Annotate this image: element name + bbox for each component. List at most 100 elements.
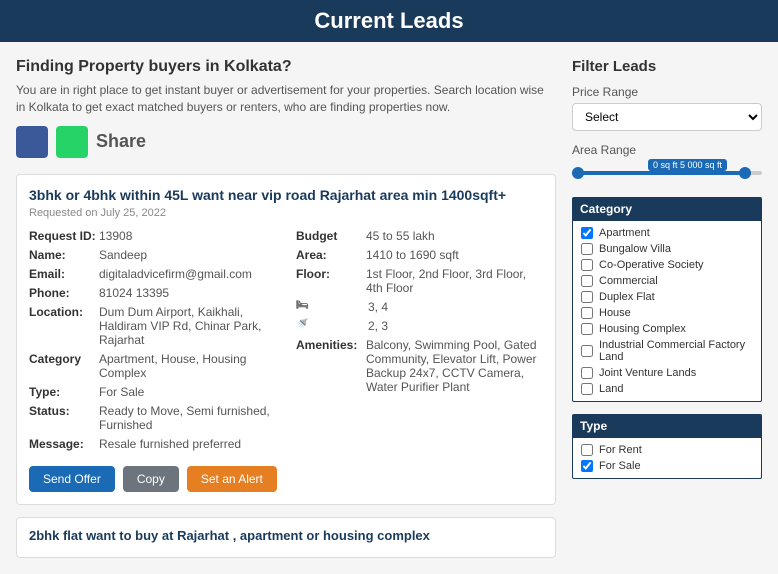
category-label-5: House	[599, 307, 631, 319]
share-label: Share	[96, 131, 146, 152]
detail-status: Status: Ready to Move, Semi furnished, F…	[29, 404, 276, 432]
email-value: digitaladvicefirm@gmail.com	[99, 267, 252, 281]
category-checkbox-1[interactable]	[581, 243, 593, 255]
sidebar: Filter Leads Price Range Select Area Ran…	[572, 58, 762, 558]
type-label-1: For Sale	[599, 460, 641, 472]
lead-1-date: Requested on July 25, 2022	[29, 207, 543, 219]
category-checkbox-7[interactable]	[581, 345, 593, 357]
detail-bed: 🛏 3, 4	[296, 300, 543, 314]
type-filter-section: Type For Rent For Sale	[572, 414, 762, 479]
price-range-select[interactable]: Select	[572, 103, 762, 131]
category-checkbox-9[interactable]	[581, 383, 593, 395]
page-header: Current Leads	[0, 0, 778, 42]
detail-phone: Phone: 81024 13395	[29, 286, 276, 300]
category-item: Bungalow Villa	[581, 241, 753, 257]
lead-1-actions: Send Offer Copy Set an Alert	[29, 466, 543, 492]
category-label-4: Duplex Flat	[599, 291, 655, 303]
phone-label: Phone:	[29, 286, 99, 300]
category-checkbox-5[interactable]	[581, 307, 593, 319]
detail-bath: 🚿 2, 3	[296, 319, 543, 333]
area-range-label: Area Range	[572, 143, 762, 157]
category-item: Joint Venture Lands	[581, 365, 753, 381]
type-checkbox-1[interactable]	[581, 460, 593, 472]
detail-floor: Floor: 1st Floor, 2nd Floor, 3rd Floor, …	[296, 267, 543, 295]
category-item: Apartment	[581, 225, 753, 241]
category-item: Duplex Flat	[581, 289, 753, 305]
detail-category: Category Apartment, House, Housing Compl…	[29, 352, 276, 380]
whatsapp-share-button[interactable]	[56, 126, 88, 158]
range-thumb-left[interactable]	[572, 167, 584, 179]
copy-button[interactable]: Copy	[123, 466, 179, 492]
detail-amenities: Amenities: Balcony, Swimming Pool, Gated…	[296, 338, 543, 394]
amenities-label: Amenities:	[296, 338, 366, 394]
area-label: Area:	[296, 248, 366, 262]
email-label: Email:	[29, 267, 99, 281]
floor-value: 1st Floor, 2nd Floor, 3rd Floor, 4th Flo…	[366, 267, 543, 295]
category-checkbox-0[interactable]	[581, 227, 593, 239]
category-filter-section: Category ApartmentBungalow VillaCo-Opera…	[572, 197, 762, 402]
detail-request-id: Request ID: 13908	[29, 229, 276, 243]
budget-label: Budget	[296, 229, 366, 243]
detail-budget: Budget 45 to 55 lakh	[296, 229, 543, 243]
filter-header: Filter Leads	[572, 58, 762, 75]
price-range-label: Price Range	[572, 85, 762, 99]
page-title: Current Leads	[314, 8, 463, 33]
category-label-8: Joint Venture Lands	[599, 367, 696, 379]
facebook-share-button[interactable]	[16, 126, 48, 158]
range-thumb-right[interactable]	[739, 167, 751, 179]
detail-name: Name: Sandeep	[29, 248, 276, 262]
area-value: 1410 to 1690 sqft	[366, 248, 459, 262]
lead-card-2: 2bhk flat want to buy at Rajarhat , apar…	[16, 517, 556, 558]
area-range-section: Area Range 0 sq ft 5 000 sq ft	[572, 143, 762, 185]
intro-description: You are in right place to get instant bu…	[16, 82, 556, 116]
request-id-label: Request ID:	[29, 229, 99, 243]
phone-value: 81024 13395	[99, 286, 169, 300]
intro-heading: Finding Property buyers in Kolkata?	[16, 58, 556, 76]
area-range-slider[interactable]: 0 sq ft 5 000 sq ft	[572, 161, 762, 185]
detail-location: Location: Dum Dum Airport, Kaikhali, Hal…	[29, 305, 276, 347]
floor-label: Floor:	[296, 267, 366, 295]
lead-1-left-col: Request ID: 13908 Name: Sandeep Email: d…	[29, 229, 276, 456]
category-item: Commercial	[581, 273, 753, 289]
set-alert-button[interactable]: Set an Alert	[187, 466, 277, 492]
detail-type: Type: For Sale	[29, 385, 276, 399]
category-checkbox-4[interactable]	[581, 291, 593, 303]
category-label-1: Bungalow Villa	[599, 243, 671, 255]
lead-1-title: 3bhk or 4bhk within 45L want near vip ro…	[29, 187, 543, 203]
amenities-value: Balcony, Swimming Pool, Gated Community,…	[366, 338, 543, 394]
detail-area: Area: 1410 to 1690 sqft	[296, 248, 543, 262]
lead-card-1: 3bhk or 4bhk within 45L want near vip ro…	[16, 174, 556, 505]
category-checkbox-2[interactable]	[581, 259, 593, 271]
location-value: Dum Dum Airport, Kaikhali, Haldiram VIP …	[99, 305, 276, 347]
category-label-9: Land	[599, 383, 623, 395]
category-item: Co-Operative Society	[581, 257, 753, 273]
category-item: House	[581, 305, 753, 321]
category-checkbox-8[interactable]	[581, 367, 593, 379]
send-offer-button[interactable]: Send Offer	[29, 466, 115, 492]
detail-message: Message: Resale furnished preferred	[29, 437, 276, 451]
bath-value: 2, 3	[368, 319, 388, 333]
name-value: Sandeep	[99, 248, 147, 262]
bed-value: 3, 4	[368, 300, 388, 314]
category-label-7: Industrial Commercial Factory Land	[599, 339, 753, 363]
category-checkbox-6[interactable]	[581, 323, 593, 335]
detail-email: Email: digitaladvicefirm@gmail.com	[29, 267, 276, 281]
category-label-6: Housing Complex	[599, 323, 686, 335]
lead-1-details: Request ID: 13908 Name: Sandeep Email: d…	[29, 229, 543, 456]
type-label-0: For Rent	[599, 444, 642, 456]
type-filter-header: Type	[572, 414, 762, 438]
type-value: For Sale	[99, 385, 144, 399]
category-item: Housing Complex	[581, 321, 753, 337]
share-buttons: Share	[16, 126, 556, 158]
lead-2-title: 2bhk flat want to buy at Rajarhat , apar…	[29, 528, 543, 543]
location-label: Location:	[29, 305, 99, 347]
category-checkbox-3[interactable]	[581, 275, 593, 287]
category-label-0: Apartment	[599, 227, 650, 239]
category-item: Land	[581, 381, 753, 397]
type-item: For Sale	[581, 458, 753, 474]
message-label: Message:	[29, 437, 99, 451]
type-checkbox-0[interactable]	[581, 444, 593, 456]
range-fill	[572, 171, 743, 175]
category-label: Category	[29, 352, 99, 380]
category-label-3: Commercial	[599, 275, 658, 287]
